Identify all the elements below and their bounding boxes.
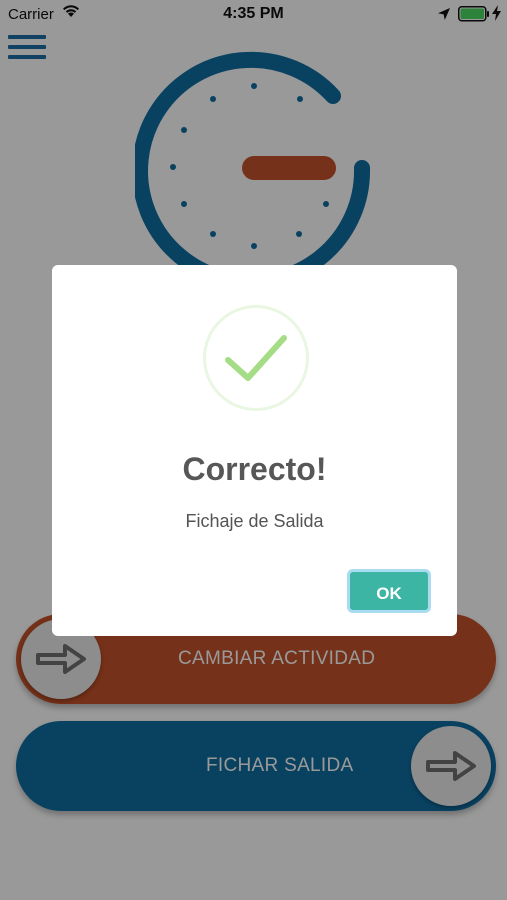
ok-button[interactable]: OK	[347, 569, 431, 613]
dialog-message: Fichaje de Salida	[185, 511, 324, 531]
checkmark-icon	[203, 305, 309, 411]
dialog-title: Correcto!	[182, 451, 327, 487]
success-dialog: Correcto! Fichaje de Salida OK	[52, 265, 457, 636]
